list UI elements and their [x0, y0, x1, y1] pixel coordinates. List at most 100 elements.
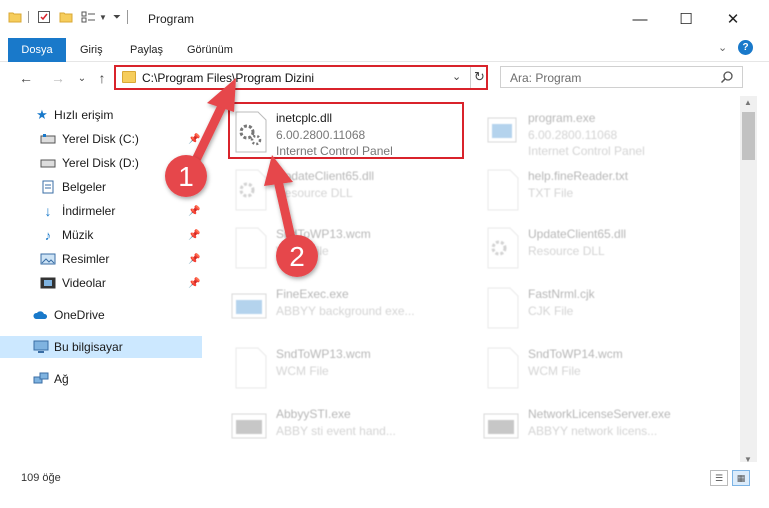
address-path[interactable]: C:\Program Files\Program Dizini — [142, 71, 314, 85]
file-item[interactable]: SndToWP13.wcm WCM File — [230, 220, 475, 280]
arrow-right-icon: → — [51, 70, 65, 86]
file-name: program.exe — [528, 111, 596, 125]
pin-icon: 📌 — [188, 277, 201, 289]
tab-home[interactable]: Giriş — [80, 38, 103, 62]
refresh-icon[interactable]: ↻ — [474, 69, 485, 85]
back-button[interactable]: ← — [16, 68, 36, 88]
sidebar-item-drive-c[interactable]: Yerel Disk (C:) 📌 — [0, 128, 202, 150]
pin-icon: 📌 — [188, 205, 201, 217]
view-options-icon[interactable] — [81, 10, 97, 24]
blank-file-icon — [487, 347, 519, 389]
title-bar: ▼ ⏷ Program — ☐ ✕ — [0, 0, 769, 38]
exe-icon — [487, 117, 517, 143]
file-item[interactable]: FineExec.exe ABBYY background exe... — [230, 280, 475, 340]
chevron-down-icon: ⌄ — [77, 72, 87, 84]
cloud-icon — [33, 311, 48, 319]
file-item[interactable]: UpdateClient65.dll Resource DLL — [230, 162, 475, 222]
file-item[interactable]: UpdateClient65.dll Resource DLL — [482, 220, 727, 280]
arrow-left-icon: ← — [19, 70, 33, 86]
recent-locations-button[interactable]: ⌄ — [72, 68, 92, 88]
address-separator — [470, 67, 471, 88]
sidebar-item-documents[interactable]: Belgeler 📌 — [0, 176, 202, 198]
scroll-up-icon[interactable]: ▲ — [744, 98, 752, 107]
file-name: AbbyySTI.exe — [276, 407, 351, 421]
tiles-view-icon: ▦ — [736, 472, 746, 483]
forward-button[interactable]: → — [48, 68, 68, 88]
pin-icon: 📌 — [188, 133, 201, 145]
file-name: UpdateClient65.dll — [528, 227, 627, 241]
up-button[interactable]: ↑ — [92, 68, 112, 88]
expand-ribbon-icon[interactable]: ⌄ — [718, 41, 727, 54]
file-type: ABBYY network licens... — [528, 424, 658, 438]
sidebar-item-onedrive[interactable]: OneDrive — [0, 304, 202, 326]
sidebar-item-videos[interactable]: Videolar 📌 — [0, 272, 202, 294]
search-icon[interactable] — [720, 70, 734, 84]
maximize-button[interactable]: ☐ — [663, 0, 709, 38]
file-item[interactable]: NetworkLicenseServer.exe ABBYY network l… — [482, 400, 727, 460]
item-count: 109 öğe — [21, 472, 61, 484]
details-view-button[interactable]: ☰ — [710, 470, 728, 486]
tab-share[interactable]: Paylaş — [130, 38, 163, 62]
window-title: Program — [148, 12, 195, 26]
file-item[interactable]: FastNrml.cjk CJK File — [482, 280, 727, 340]
file-type: ABBY sti event hand... — [276, 424, 396, 438]
ribbon-tabs: Dosya Giriş Paylaş Görünüm ⌄ ? — [0, 38, 769, 62]
tiles-view-button[interactable]: ▦ — [732, 470, 750, 486]
properties-icon[interactable] — [37, 10, 51, 24]
file-name: UpdateClient65.dll — [276, 169, 375, 183]
new-folder-icon[interactable] — [59, 10, 73, 24]
file-item[interactable]: SndToWP13.wcm WCM File — [230, 340, 475, 400]
address-bar[interactable]: C:\Program Files\Program Dizini ⌄ ↻ — [114, 65, 488, 90]
pin-icon: 📌 — [188, 157, 201, 169]
sidebar-item-music[interactable]: ♪ Müzik 📌 — [0, 224, 202, 246]
file-item[interactable]: program.exe 6.00.2800.11068 Internet Con… — [482, 104, 727, 164]
computer-icon — [33, 340, 49, 353]
blank-file-icon — [487, 287, 519, 329]
sidebar-item-label: Belgeler — [62, 180, 107, 194]
status-bar: 109 öğe ☰ ▦ — [0, 462, 769, 508]
vertical-scrollbar[interactable]: ▲ ▼ — [740, 96, 757, 466]
file-item[interactable]: help.fineReader.txt TXT File — [482, 162, 727, 222]
exe-icon — [483, 413, 519, 439]
videos-icon — [40, 277, 56, 289]
details-view-icon: ☰ — [714, 472, 724, 483]
file-name: FineExec.exe — [276, 287, 349, 301]
highlight-box — [228, 102, 464, 159]
minimize-icon: — — [632, 10, 648, 28]
file-name: SndToWP13.wcm — [276, 347, 371, 361]
file-name: SndToWP14.wcm — [528, 347, 623, 361]
pin-icon: 📌 — [188, 253, 201, 265]
file-description: Internet Control Panel — [528, 144, 645, 158]
tab-file[interactable]: Dosya — [8, 38, 66, 62]
folder-icon[interactable] — [8, 10, 22, 24]
chevron-down-icon[interactable]: ⏷ — [113, 12, 121, 23]
sidebar-item-this-pc[interactable]: Bu bilgisayar — [0, 336, 202, 358]
sidebar-item-label: Hızlı erişim — [54, 108, 114, 122]
tab-view[interactable]: Görünüm — [187, 38, 233, 62]
file-type: TXT File — [528, 186, 574, 200]
sidebar-item-quick-access[interactable]: ★ Hızlı erişim — [0, 104, 202, 126]
dll-gear-icon — [487, 227, 519, 269]
help-icon[interactable]: ? — [738, 40, 753, 55]
address-dropdown-icon[interactable]: ⌄ — [452, 70, 461, 83]
file-name: NetworkLicenseServer.exe — [528, 407, 671, 421]
file-type: Resource DLL — [276, 186, 353, 200]
sidebar-item-label: Müzik — [62, 228, 94, 242]
network-icon — [33, 372, 49, 384]
file-item[interactable]: SndToWP14.wcm WCM File — [482, 340, 727, 400]
toolbar-separator — [28, 11, 29, 23]
sidebar-item-drive-d[interactable]: Yerel Disk (D:) 📌 — [0, 152, 202, 174]
search-placeholder[interactable]: Ara: Program — [510, 71, 581, 85]
minimize-button[interactable]: — — [617, 0, 663, 38]
search-box[interactable]: Ara: Program — [500, 66, 743, 88]
close-button[interactable]: ✕ — [710, 0, 756, 38]
customize-toolbar-icon[interactable]: ▼ — [99, 13, 107, 22]
file-item[interactable]: AbbyySTI.exe ABBY sti event hand... — [230, 400, 475, 460]
music-icon: ♪ — [44, 227, 52, 243]
sidebar-item-downloads[interactable]: ↓ İndirmeler 📌 — [0, 200, 202, 222]
sidebar-item-label: Videolar — [62, 276, 106, 290]
sidebar-item-network[interactable]: Ağ — [0, 368, 202, 390]
scrollbar-thumb[interactable] — [742, 112, 755, 160]
documents-icon — [42, 180, 54, 194]
sidebar-item-pictures[interactable]: Resimler 📌 — [0, 248, 202, 270]
